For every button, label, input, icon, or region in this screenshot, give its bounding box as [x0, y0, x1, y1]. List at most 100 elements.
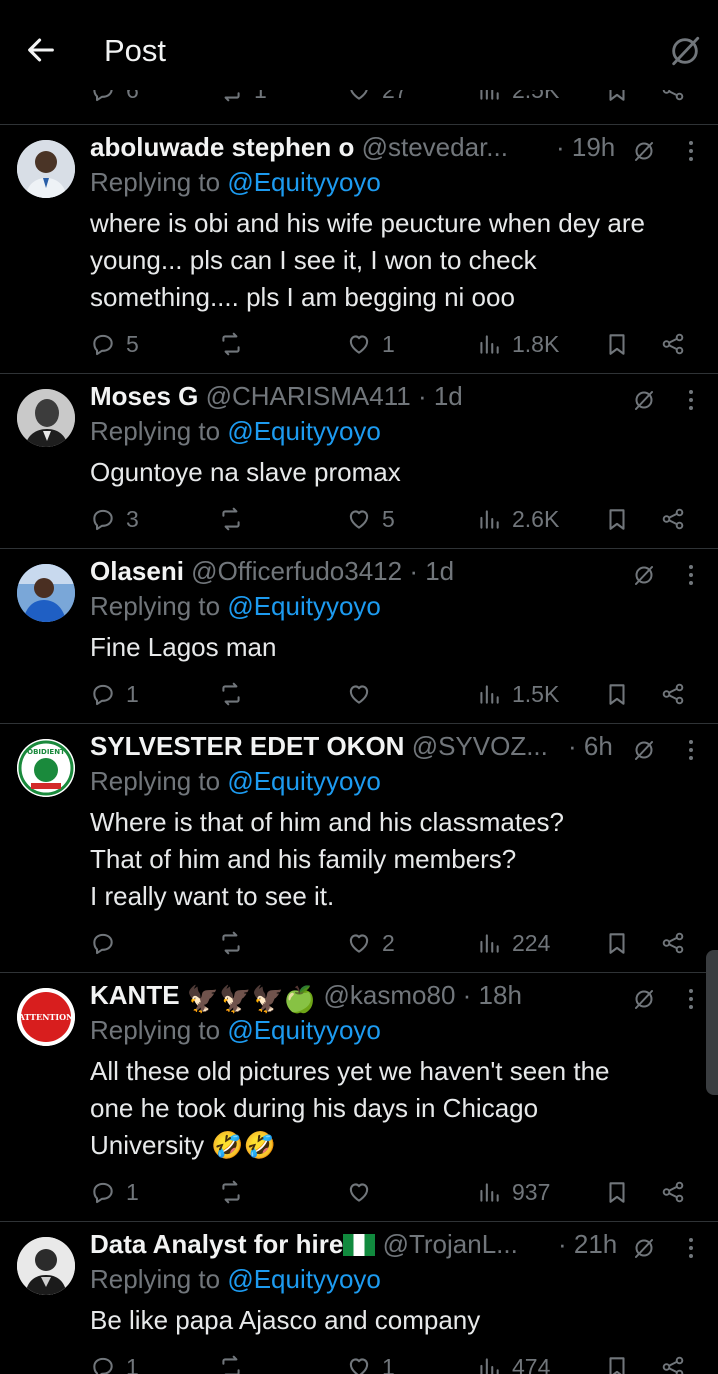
share-icon — [662, 1356, 684, 1374]
like-button[interactable] — [346, 1176, 372, 1208]
reply-tweet[interactable]: OBIDIENT SYLVESTER EDET OKON @SYVOZ... ·… — [0, 724, 718, 972]
bookmark-button[interactable] — [604, 1176, 630, 1208]
share-icon — [662, 333, 684, 355]
avatar[interactable] — [17, 140, 75, 198]
more-options-icon[interactable] — [684, 1236, 698, 1260]
username[interactable]: @kasmo80 — [324, 980, 456, 1010]
avatar[interactable] — [17, 389, 75, 447]
grok-icon[interactable] — [668, 34, 702, 68]
avatar[interactable] — [17, 564, 75, 622]
repost-button[interactable] — [218, 1351, 244, 1374]
display-name[interactable]: Moses G — [90, 381, 198, 411]
replying-to: Replying to @Equityyoyo — [90, 416, 381, 446]
share-button[interactable] — [660, 328, 686, 360]
more-options-icon[interactable] — [684, 388, 698, 412]
reply-tweet[interactable]: Data Analyst for hire @TrojanL... · 21h … — [0, 1222, 718, 1374]
views-button[interactable]: 2.6K — [476, 503, 559, 535]
reply-tweet[interactable]: Olaseni @Officerfudo3412 · 1d Replying t… — [0, 549, 718, 723]
mention-link[interactable]: @Equityyoyo — [227, 167, 381, 197]
tweet-actions: 1 1.5K — [90, 678, 700, 710]
bookmark-button[interactable] — [604, 678, 630, 710]
share-button[interactable] — [660, 927, 686, 959]
replying-to: Replying to @Equityyoyo — [90, 766, 381, 796]
tweet-text: where is obi and his wife peucture when … — [90, 208, 645, 312]
bookmark-button[interactable] — [604, 1351, 630, 1374]
repost-button[interactable] — [218, 503, 244, 535]
like-button[interactable]: 1 — [346, 1351, 395, 1374]
tweet-text: All these old pictures yet we haven't se… — [90, 1056, 610, 1160]
more-options-icon[interactable] — [684, 139, 698, 163]
mention-link[interactable]: @Equityyoyo — [227, 416, 381, 446]
mention-link[interactable]: @Equityyoyo — [227, 591, 381, 621]
username[interactable]: @stevedar... — [362, 132, 508, 162]
repost-button[interactable] — [218, 678, 244, 710]
views-icon — [480, 1183, 499, 1202]
mention-link[interactable]: @Equityyoyo — [227, 766, 381, 796]
bookmark-button[interactable] — [604, 927, 630, 959]
mention-link[interactable]: @Equityyoyo — [227, 1264, 381, 1294]
share-button[interactable] — [660, 678, 686, 710]
bookmark-button[interactable] — [604, 503, 630, 535]
reply-button[interactable]: 1 — [90, 1351, 139, 1374]
username[interactable]: @Officerfudo3412 — [191, 556, 402, 586]
scroll-handle[interactable] — [706, 950, 718, 1095]
repost-button[interactable] — [218, 927, 244, 959]
display-name[interactable]: SYLVESTER EDET OKON — [90, 731, 404, 761]
username[interactable]: @TrojanL... — [383, 1229, 518, 1259]
views-button[interactable]: 1.5K — [476, 678, 559, 710]
more-options-icon[interactable] — [684, 563, 698, 587]
repost-button[interactable] — [218, 328, 244, 360]
reply-button[interactable]: 1 — [90, 678, 139, 710]
grok-icon[interactable] — [632, 1236, 656, 1260]
grok-icon[interactable] — [632, 987, 656, 1011]
timestamp[interactable]: · 18h — [463, 980, 522, 1010]
reply-button[interactable]: 1 — [90, 1176, 139, 1208]
repost-icon — [222, 1180, 240, 1204]
avatar[interactable] — [17, 1237, 75, 1295]
like-button[interactable]: 2 — [346, 927, 395, 959]
grok-icon[interactable] — [632, 738, 656, 762]
avatar[interactable]: ATTENTION — [17, 988, 75, 1046]
reply-tweet[interactable]: Moses G @CHARISMA411 · 1d Replying to @E… — [0, 374, 718, 548]
reply-button[interactable] — [90, 927, 116, 959]
display-name[interactable]: Data Analyst for hire — [90, 1229, 343, 1259]
grok-icon[interactable] — [632, 139, 656, 163]
timestamp[interactable]: · 1d — [418, 381, 463, 411]
reply-button[interactable]: 3 — [90, 503, 139, 535]
back-arrow-icon[interactable] — [24, 33, 58, 67]
share-button[interactable] — [660, 1351, 686, 1374]
share-icon — [662, 683, 684, 705]
views-button[interactable]: 224 — [476, 927, 550, 959]
like-button[interactable]: 5 — [346, 503, 395, 535]
display-name[interactable]: aboluwade stephen o — [90, 132, 354, 162]
heart-icon — [349, 1358, 369, 1374]
timestamp[interactable]: · 21h — [558, 1229, 617, 1260]
share-button[interactable] — [660, 503, 686, 535]
more-options-icon[interactable] — [684, 738, 698, 762]
views-icon — [480, 934, 499, 953]
reply-tweet[interactable]: aboluwade stephen o @stevedar... · 19h R… — [0, 125, 718, 373]
like-button[interactable] — [346, 678, 372, 710]
repost-button[interactable] — [218, 1176, 244, 1208]
reply-button[interactable]: 5 — [90, 328, 139, 360]
timestamp[interactable]: · 1d — [409, 556, 454, 586]
grok-icon[interactable] — [632, 563, 656, 587]
views-icon — [480, 1358, 499, 1374]
more-options-icon[interactable] — [684, 987, 698, 1011]
views-button[interactable]: 937 — [476, 1176, 550, 1208]
share-button[interactable] — [660, 1176, 686, 1208]
timestamp[interactable]: · 19h — [556, 132, 615, 163]
bookmark-button[interactable] — [604, 328, 630, 360]
display-name[interactable]: Olaseni — [90, 556, 184, 586]
views-button[interactable]: 474 — [476, 1351, 550, 1374]
avatar[interactable]: OBIDIENT — [17, 739, 75, 797]
views-button[interactable]: 1.8K — [476, 328, 559, 360]
mention-link[interactable]: @Equityyoyo — [227, 1015, 381, 1045]
username[interactable]: @SYVOZ... — [412, 731, 548, 761]
reply-tweet[interactable]: ATTENTION KANTE 🦅🦅🦅🍏 @kasmo80 · 18h Repl… — [0, 973, 718, 1221]
grok-icon[interactable] — [632, 388, 656, 412]
timestamp[interactable]: · 6h — [568, 731, 613, 762]
display-name[interactable]: KANTE — [90, 980, 180, 1010]
like-button[interactable]: 1 — [346, 328, 395, 360]
username[interactable]: @CHARISMA411 — [206, 381, 411, 411]
